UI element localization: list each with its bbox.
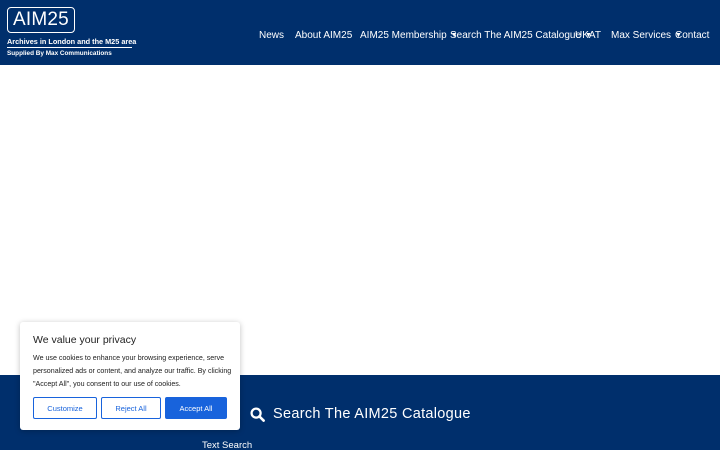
nav-membership[interactable]: AIM25 Membership ▼ [360,30,458,41]
page: AIM25 Archives in London and the M25 are… [0,0,720,450]
cookie-consent-banner: We value your privacy We use cookies to … [20,322,240,430]
logo-supplied-by: Supplied By Max Communications [7,50,112,57]
nav-news-label: News [259,30,285,41]
nav-news[interactable]: News [259,30,284,41]
cookie-body: We use cookies to enhance your browsing … [33,354,232,388]
nav-search-catalogue[interactable]: Search The AIM25 Catalogue ▼ [450,30,592,41]
nav-max-services[interactable]: Max Services ▼ [611,30,682,41]
nav-ukat-label: UKAT [575,30,601,41]
logo-divider [7,47,132,48]
customize-button[interactable]: Customize [33,397,97,419]
nav-search-catalogue-label: Search The AIM25 Catalogue [450,30,582,41]
nav-max-services-label: Max Services [611,30,672,41]
nav-contact[interactable]: Contact [675,30,709,41]
logo-title: AIM25 [7,7,75,33]
accept-all-button[interactable]: Accept All [165,397,227,419]
logo-subtitle: Archives in London and the M25 area [7,37,137,46]
search-icon [250,406,265,422]
site-logo[interactable]: AIM25 Archives in London and the M25 are… [7,7,137,59]
footer-search-heading: Search The AIM25 Catalogue [250,406,471,422]
nav-about[interactable]: About AIM25 [295,30,352,41]
site-header: AIM25 Archives in London and the M25 are… [0,0,720,65]
nav-about-label: About AIM25 [295,30,353,41]
nav-contact-label: Contact [675,30,710,41]
cookie-title: We value your privacy [33,334,137,346]
footer-search-title: Search The AIM25 Catalogue [273,406,471,422]
text-search-label: Text Search [202,440,253,450]
nav-ukat[interactable]: UKAT [575,30,601,41]
nav-membership-label: AIM25 Membership [360,30,447,41]
reject-all-button[interactable]: Reject All [101,397,161,419]
